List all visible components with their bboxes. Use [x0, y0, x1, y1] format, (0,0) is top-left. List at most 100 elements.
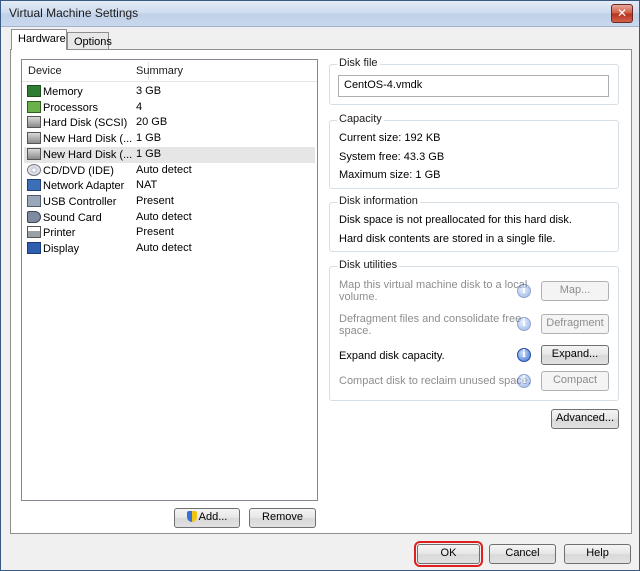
- disk-storage-text: Hard disk contents are stored in a singl…: [339, 233, 556, 245]
- help-button[interactable]: Help: [564, 544, 631, 564]
- device-name-cell: Printer: [27, 226, 149, 239]
- device-name-cell: Display: [27, 242, 149, 255]
- device-row[interactable]: Hard Disk (SCSI) 20 GB: [24, 115, 315, 131]
- remove-device-button[interactable]: Remove: [249, 508, 316, 528]
- map-description: Map this virtual machine disk to a local…: [339, 279, 527, 303]
- map-info-icon[interactable]: i: [517, 284, 531, 298]
- usb-icon: [27, 194, 41, 207]
- device-name: Processors: [43, 101, 99, 114]
- device-summary: Present: [136, 194, 174, 207]
- device-name-cell: New Hard Disk (...: [27, 132, 149, 145]
- defragment-info-icon[interactable]: i: [517, 317, 531, 331]
- hard-disk-icon: [27, 116, 41, 129]
- column-device[interactable]: Device: [28, 65, 62, 77]
- tab-hardware[interactable]: Hardware: [11, 29, 67, 50]
- close-icon: ✕: [616, 6, 628, 20]
- device-name-cell: New Hard Disk (...: [27, 147, 149, 161]
- defragment-description-line1: Defragment files and consolidate free: [339, 313, 522, 325]
- hard-disk-icon: [27, 132, 41, 145]
- device-name: Hard Disk (SCSI): [43, 117, 128, 130]
- device-summary: 1 GB: [136, 132, 162, 145]
- advanced-button[interactable]: Advanced...: [551, 409, 619, 429]
- cancel-button[interactable]: Cancel: [489, 544, 556, 564]
- defragment-description: Defragment files and consolidate free sp…: [339, 313, 521, 337]
- ok-button[interactable]: OK: [414, 541, 483, 567]
- network-adapter-icon: [27, 179, 41, 192]
- speaker-icon: [27, 210, 41, 223]
- window-title: Virtual Machine Settings: [9, 6, 139, 20]
- device-summary: 1 GB: [136, 147, 162, 160]
- display-icon: [27, 242, 41, 254]
- device-name-cell: Sound Card: [27, 210, 149, 224]
- add-label: Add...: [198, 511, 228, 523]
- hard-disk-icon: [27, 147, 41, 160]
- compact-button[interactable]: Compact: [541, 371, 609, 391]
- defragment-description-line2: space.: [339, 325, 372, 337]
- device-name-cell: CD/DVD (IDE): [27, 163, 149, 177]
- device-name: New Hard Disk (...: [43, 133, 133, 146]
- device-name-cell: USB Controller: [27, 194, 149, 208]
- settings-window: Virtual Machine Settings ✕ Hardware Opti…: [0, 0, 640, 571]
- list-header: Device Summary: [22, 60, 317, 82]
- device-summary: Auto detect: [136, 242, 192, 254]
- tab-options[interactable]: Options: [67, 32, 112, 50]
- device-row[interactable]: Printer Present: [24, 225, 315, 241]
- disk-preallocation-text: Disk space is not preallocated for this …: [339, 214, 572, 226]
- device-row[interactable]: CD/DVD (IDE) Auto detect: [24, 163, 315, 179]
- map-description-line2: volume.: [339, 291, 378, 303]
- defragment-button[interactable]: Defragment: [541, 314, 609, 334]
- column-summary[interactable]: Summary: [136, 65, 183, 77]
- device-summary: 3 GB: [136, 85, 162, 97]
- device-name: Display: [43, 243, 80, 255]
- compact-description: Compact disk to reclaim unused space.: [339, 375, 531, 387]
- map-button[interactable]: Map...: [541, 281, 609, 301]
- device-summary: NAT: [136, 179, 158, 192]
- device-row[interactable]: Network Adapter NAT: [24, 178, 315, 194]
- compact-info-icon[interactable]: i: [517, 374, 531, 388]
- device-name-cell: Hard Disk (SCSI): [27, 116, 149, 129]
- disk-file-field[interactable]: CentOS-4.vmdk: [338, 75, 609, 97]
- device-row[interactable]: Display Auto detect: [24, 241, 315, 257]
- expand-info-icon[interactable]: i: [517, 348, 531, 362]
- device-name: Network Adapter: [43, 180, 125, 193]
- device-name: Sound Card: [43, 211, 102, 224]
- device-row[interactable]: Sound Card Auto detect: [24, 210, 315, 226]
- device-name: Memory: [43, 86, 83, 98]
- printer-icon: [27, 226, 41, 239]
- device-name: New Hard Disk (...: [43, 148, 133, 161]
- device-name: USB Controller: [43, 195, 117, 208]
- cd-dvd-icon: [27, 163, 41, 176]
- current-size-text: Current size: 192 KB: [339, 132, 441, 144]
- device-summary: Auto detect: [136, 210, 192, 223]
- device-row[interactable]: New Hard Disk (... 1 GB: [24, 146, 315, 163]
- device-row[interactable]: Memory 3 GB: [24, 84, 315, 100]
- device-name: CD/DVD (IDE): [43, 164, 114, 177]
- device-list[interactable]: Device Summary Memory 3 GB Processors 4 Hard…: [21, 59, 318, 501]
- shield-icon: [186, 511, 197, 522]
- device-summary: 4: [136, 100, 143, 113]
- processor-icon: [27, 100, 41, 113]
- device-name-cell: Memory: [27, 85, 149, 98]
- device-row[interactable]: New Hard Disk (... 1 GB: [24, 131, 315, 147]
- expand-description: Expand disk capacity.: [339, 350, 445, 362]
- disk-file-label: Disk file: [337, 57, 380, 69]
- device-summary: 20 GB: [136, 116, 168, 129]
- device-name: Printer: [43, 227, 76, 240]
- device-summary: Present: [136, 226, 174, 239]
- device-name-cell: Network Adapter: [27, 179, 149, 192]
- expand-button[interactable]: Expand...: [541, 345, 609, 365]
- add-device-button[interactable]: Add...: [174, 508, 240, 528]
- device-name-cell: Processors: [27, 100, 149, 114]
- memory-icon: [27, 85, 41, 97]
- system-free-text: System free: 43.3 GB: [339, 151, 445, 163]
- title-bar[interactable]: Virtual Machine Settings ✕: [1, 1, 639, 27]
- device-summary: Auto detect: [136, 163, 192, 176]
- close-button[interactable]: ✕: [611, 4, 633, 23]
- disk-information-label: Disk information: [337, 195, 420, 207]
- device-row[interactable]: Processors 4: [24, 100, 315, 116]
- capacity-label: Capacity: [337, 113, 384, 125]
- device-row[interactable]: USB Controller Present: [24, 194, 315, 210]
- map-description-line1: Map this virtual machine disk to a local: [339, 279, 528, 291]
- disk-utilities-label: Disk utilities: [337, 259, 400, 271]
- maximum-size-text: Maximum size: 1 GB: [339, 169, 441, 181]
